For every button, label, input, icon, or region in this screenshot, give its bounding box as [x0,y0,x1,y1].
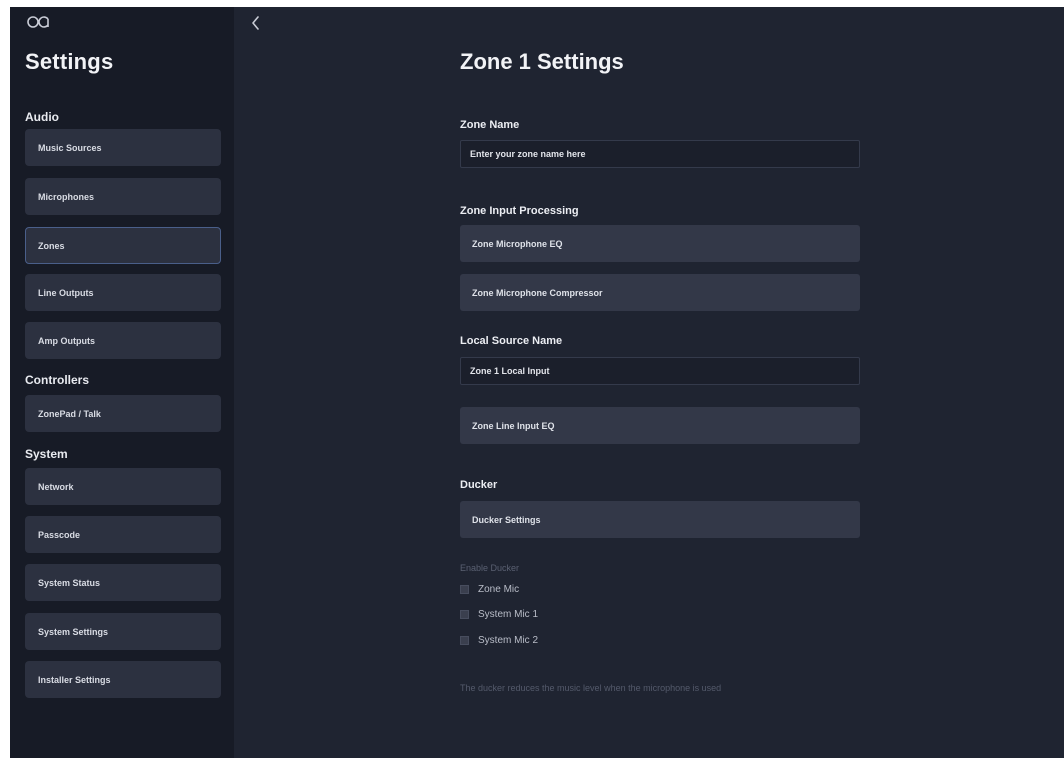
group-label-audio: Audio [25,110,59,124]
sidebar-item-zonepad-talk[interactable]: ZonePad / Talk [25,395,221,432]
sidebar-title: Settings [25,49,114,74]
sidebar-item-label: System Status [38,577,101,588]
page-title: Zone 1 Settings [460,49,624,74]
sidebar-item-label: Line Outputs [38,287,94,298]
ducker-help-text: The ducker reduces the music level when … [460,683,722,693]
ducker-label: Ducker [460,479,498,491]
checkbox-box[interactable] [460,585,469,594]
row-label: Zone Line Input EQ [472,420,555,431]
local-source-name-input[interactable] [460,357,860,385]
sidebar-item-network[interactable]: Network [25,468,221,505]
sidebar-item-zones[interactable]: Zones [25,227,221,264]
sidebar-item-microphones[interactable]: Microphones [25,178,221,215]
sidebar-item-label: System Settings [38,626,109,637]
app-window: Settings Audio Music Sources Microphones… [10,7,1064,758]
ducker-settings-button[interactable]: Ducker Settings [460,501,860,538]
sidebar-item-line-outputs[interactable]: Line Outputs [25,274,221,311]
system-mic-1-checkbox[interactable]: System Mic 1 [460,609,538,620]
sidebar-item-label: Music Sources [38,142,102,153]
sidebar-item-music-sources[interactable]: Music Sources [25,129,221,166]
row-label: Ducker Settings [472,514,541,525]
sidebar-item-label: Passcode [38,529,81,540]
sidebar-item-system-status[interactable]: System Status [25,564,221,601]
zone-microphone-compressor-button[interactable]: Zone Microphone Compressor [460,274,860,311]
checkbox-label: System Mic 1 [478,609,539,620]
sidebar-item-label: Network [38,481,74,492]
sidebar-item-label: ZonePad / Talk [38,408,101,419]
checkbox-label: System Mic 2 [478,635,539,646]
sidebar: Settings Audio Music Sources Microphones… [10,7,234,758]
chevron-left-icon [252,16,259,30]
checkbox-label: Zone Mic [478,584,520,595]
group-label-system: System [25,447,68,461]
zone-microphone-eq-button[interactable]: Zone Microphone EQ [460,225,860,262]
zone-line-input-eq-button[interactable]: Zone Line Input EQ [460,407,860,444]
local-source-name-label: Local Source Name [460,335,563,347]
row-label: Zone Microphone EQ [472,238,563,249]
zone-input-processing-label: Zone Input Processing [460,205,579,217]
enable-ducker-label: Enable Ducker [460,563,520,573]
group-label-controllers: Controllers [25,373,90,387]
sidebar-item-label: Zones [38,240,65,251]
sidebar-item-label: Amp Outputs [38,335,95,346]
sidebar-item-passcode[interactable]: Passcode [25,516,221,553]
system-mic-2-checkbox[interactable]: System Mic 2 [460,635,538,646]
sidebar-item-installer-settings[interactable]: Installer Settings [25,661,221,698]
row-label: Zone Microphone Compressor [472,287,603,298]
back-button[interactable] [246,13,266,33]
sidebar-item-label: Microphones [38,191,95,202]
zone-name-input[interactable] [460,140,860,168]
sidebar-item-label: Installer Settings [38,674,111,685]
sidebar-item-system-settings[interactable]: System Settings [25,613,221,650]
checkbox-box[interactable] [460,636,469,645]
checkbox-box[interactable] [460,610,469,619]
brand-logo-icon [27,16,49,28]
zone-name-label: Zone Name [460,119,520,131]
sidebar-item-amp-outputs[interactable]: Amp Outputs [25,322,221,359]
zone-mic-checkbox[interactable]: Zone Mic [460,584,519,595]
